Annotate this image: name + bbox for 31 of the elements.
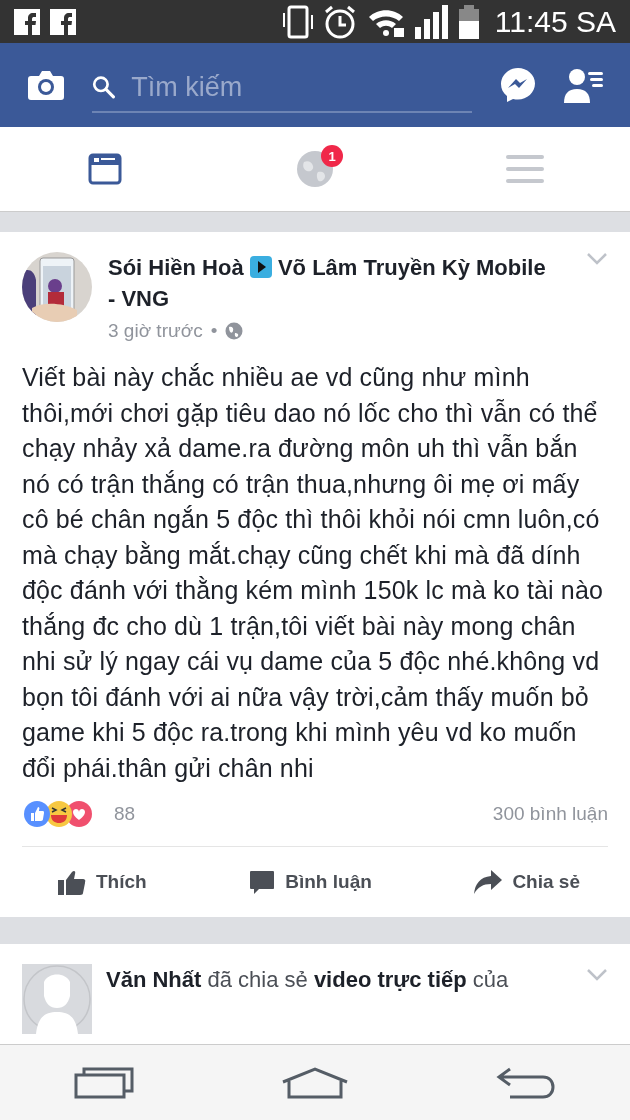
post-action[interactable]: Bình luận: [249, 869, 372, 895]
facebook-icon: [50, 8, 76, 35]
friend-requests-icon[interactable]: [564, 67, 604, 103]
comment-icon: [249, 869, 276, 895]
search-icon: [92, 74, 116, 100]
vibrate-icon: [282, 4, 313, 39]
clock-time: 11:45 SA: [494, 4, 616, 39]
alarm-icon: [322, 4, 357, 39]
battery-icon: [458, 4, 479, 39]
post-action[interactable]: Thích: [58, 868, 147, 896]
post-author[interactable]: Sói Hiền Hoà Võ Lâm Truyền Kỳ Mobile - VNG: [108, 252, 608, 314]
signal-icon: [414, 4, 449, 39]
messenger-icon[interactable]: [500, 67, 536, 103]
avatar-icon: [22, 964, 92, 1034]
post-action[interactable]: Chia sẻ: [474, 870, 580, 894]
home-button[interactable]: [281, 1066, 349, 1099]
post-time: 3 giờ trước: [108, 320, 203, 342]
recent-apps-button[interactable]: [73, 1066, 134, 1099]
share-headline: Văn Nhất đã chia sẻ video trực tiếp của: [106, 966, 510, 994]
post-text: Viết bài này chắc nhiều ae vd cũng như mình thôi,mới chơi gặp tiêu dao nó lốc cho thì vẫn có thể chạy nhảy xả dame.ra đường môn uh thì vẫn bắn nó có trận thắng có trận thua,nhưng ôi mẹ ơi mấy cô bé chân ngắn 5 độc thì thôi khỏi nói cmn luôn,có mà chạy bằng mắt.chạy cũng chết khi mà đã dính độc đánh với thằng kém mình 150k lc mà ko tài nào thắng đc cho dù 1 trận,tôi viết bài này mong chân nhi sử lý ngay cái vụ dame của 5 độc nhé.không vd bọn tôi đánh với ai nữa vậy trời,cảm thấy muốn bỏ game khi 5 độc ra.trong khi mình yêu vd ko muốn đổi phái.thân gửi chân nhi: [22, 362, 604, 784]
menu-icon: [506, 153, 544, 185]
news-feed-icon: [88, 153, 122, 185]
thumbs-up-icon: [58, 868, 86, 896]
camera-icon[interactable]: [28, 70, 64, 100]
back-button[interactable]: [496, 1066, 557, 1099]
notification-badge: 1: [321, 145, 343, 167]
facebook-icon: [14, 8, 40, 35]
globe-icon: [225, 322, 244, 340]
arrow-right-icon: [249, 256, 272, 278]
separator-dot: •: [210, 320, 218, 342]
share-icon: [474, 870, 503, 894]
